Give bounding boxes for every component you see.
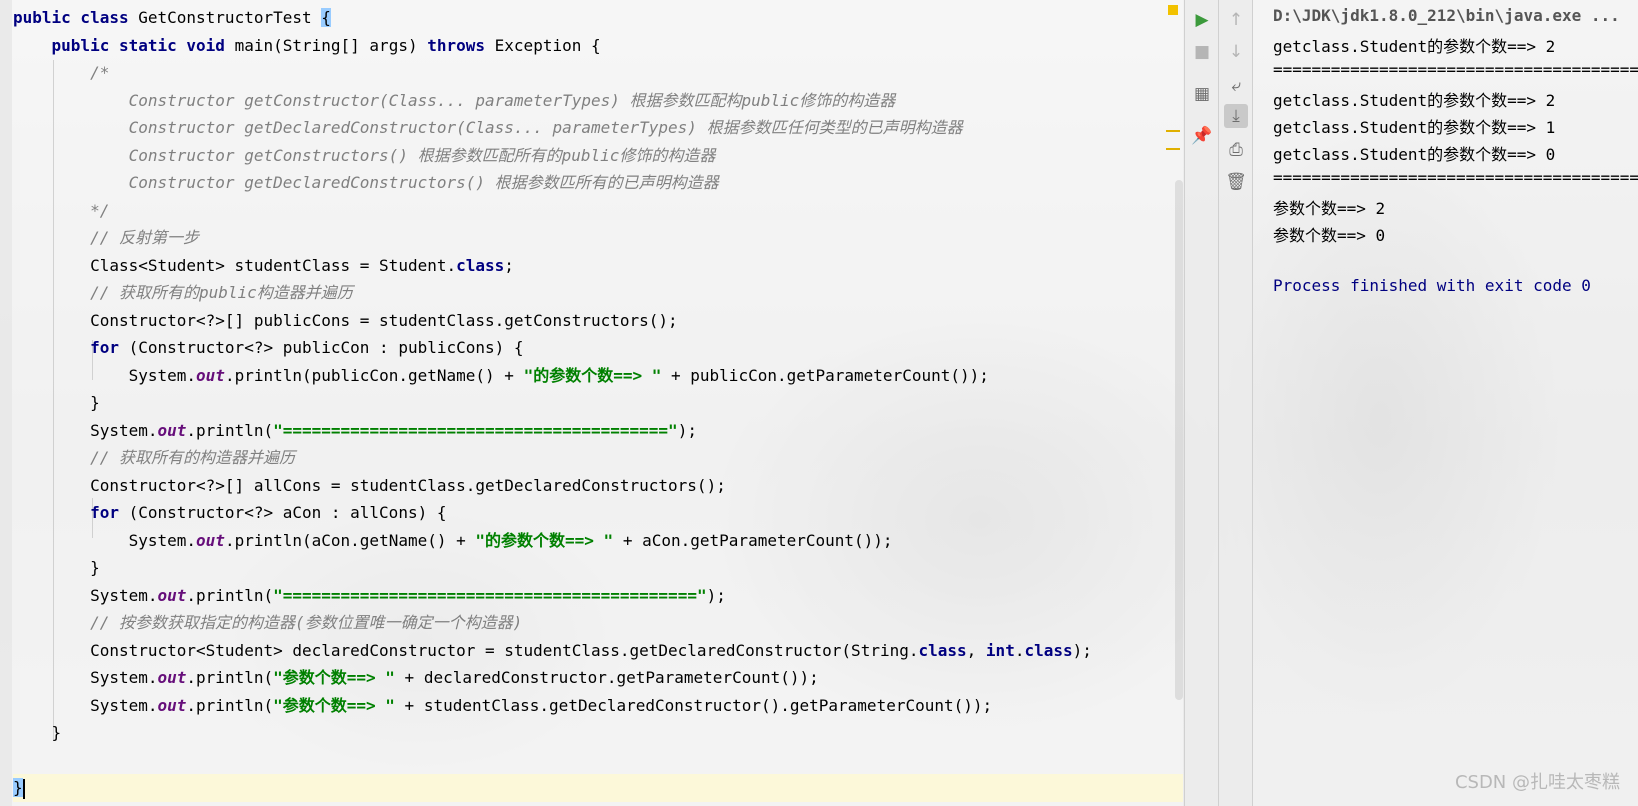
scroll-to-end-icon[interactable]: ⤓ xyxy=(1224,104,1248,128)
pin-icon[interactable]: 📌 xyxy=(1190,124,1214,148)
code-line-26: System.out.println("参数个数==> " + studentC… xyxy=(13,695,993,715)
warning-stripe[interactable] xyxy=(1166,130,1180,132)
fold-gutter[interactable] xyxy=(0,0,12,806)
watermark: CSDN @扎哇太枣糕 xyxy=(1454,772,1620,793)
console-output-line: getclass.Student的参数个数==> 1 xyxy=(1273,118,1556,137)
arrow-down-icon[interactable]: ↓ xyxy=(1224,40,1248,64)
code-line-3: /* xyxy=(13,63,110,82)
layout-icon[interactable]: ▦ xyxy=(1190,82,1214,106)
arrow-up-icon[interactable]: ↑ xyxy=(1224,8,1248,32)
console-command: D:\JDK\jdk1.8.0_212\bin\java.exe ... xyxy=(1273,6,1620,25)
console-output-line: 参数个数==> 2 xyxy=(1273,199,1386,218)
code-line-27: } xyxy=(13,723,62,742)
soft-wrap-icon[interactable]: ⤶ xyxy=(1224,74,1248,98)
code-line-21: } xyxy=(13,558,100,577)
code-editor[interactable]: public class GetConstructorTest { public… xyxy=(0,0,1183,806)
warning-stripe[interactable] xyxy=(1166,148,1180,150)
analysis-status-icon[interactable] xyxy=(1168,5,1178,15)
print-icon[interactable]: ⎙ xyxy=(1224,138,1248,162)
console-output-line: getclass.Student的参数个数==> 2 xyxy=(1273,37,1556,56)
code-line-23: // 按参数获取指定的构造器(参数位置唯一确定一个构造器) xyxy=(13,613,523,632)
code-line-4: Constructor getConstructor(Class... para… xyxy=(13,90,896,110)
stop-icon[interactable]: ■ xyxy=(1190,40,1214,64)
code-line-18: Constructor<?>[] allCons = studentClass.… xyxy=(13,475,726,495)
code-line-6: Constructor getConstructors() 根据参数匹配所有的p… xyxy=(13,145,716,165)
code-line-16: System.out.println("====================… xyxy=(13,420,697,440)
code-line-20: System.out.println(aCon.getName() + "的参数… xyxy=(13,530,893,550)
code-line-25: System.out.println("参数个数==> " + declared… xyxy=(13,668,819,687)
console-output-line: ======================================== xyxy=(1273,60,1638,79)
code-line-22: System.out.println("====================… xyxy=(13,585,726,605)
console-output-line: getclass.Student的参数个数==> 0 xyxy=(1273,145,1556,164)
code-line-17: // 获取所有的构造器并遍历 xyxy=(13,448,295,467)
code-line-11: // 获取所有的public构造器并遍历 xyxy=(13,283,353,302)
code-line-9: // 反射第一步 xyxy=(13,228,199,247)
code-line-24: Constructor<Student> declaredConstructor… xyxy=(13,640,1092,660)
run-icon[interactable]: ▶ xyxy=(1190,8,1214,32)
code-line-8: */ xyxy=(13,200,110,220)
editor-scrollbar[interactable] xyxy=(1175,180,1183,700)
code-line-2: public static void main(String[] args) t… xyxy=(51,35,601,55)
code-line-7: Constructor getDeclaredConstructors() 根据… xyxy=(13,173,719,192)
code-area[interactable]: public class GetConstructorTest { public… xyxy=(13,4,1183,802)
code-line-15: } xyxy=(13,393,100,412)
code-line-14: System.out.println(publicCon.getName() +… xyxy=(13,365,989,385)
console-output-line: getclass.Student的参数个数==> 2 xyxy=(1273,91,1556,110)
console-output-line: 参数个数==> 0 xyxy=(1273,226,1386,245)
code-line-19: for (Constructor<?> aCon : allCons) { xyxy=(90,503,447,522)
code-line-10: Class<Student> studentClass = Student.cl… xyxy=(13,255,514,275)
run-toolbar: ▶ ■ ▦ 📌 xyxy=(1184,0,1219,806)
code-line-13: for (Constructor<?> publicCon : publicCo… xyxy=(90,338,524,357)
run-console[interactable]: D:\JDK\jdk1.8.0_212\bin\java.exe ... get… xyxy=(1252,0,1638,806)
code-line-5: Constructor getDeclaredConstructor(Class… xyxy=(13,118,963,137)
code-line-29: } xyxy=(13,774,1183,802)
console-output-line: ========================================… xyxy=(1273,168,1638,187)
trash-icon[interactable]: 🗑 xyxy=(1224,170,1248,194)
code-line-1: public class GetConstructorTest { xyxy=(13,8,331,27)
code-line-12: Constructor<?>[] publicCons = studentCla… xyxy=(13,310,678,330)
console-toolbar: ↑ ↓ ⤶ ⤓ ⎙ 🗑 xyxy=(1218,0,1253,806)
text-caret xyxy=(22,778,25,799)
console-exit-message: Process finished with exit code 0 xyxy=(1273,276,1591,295)
